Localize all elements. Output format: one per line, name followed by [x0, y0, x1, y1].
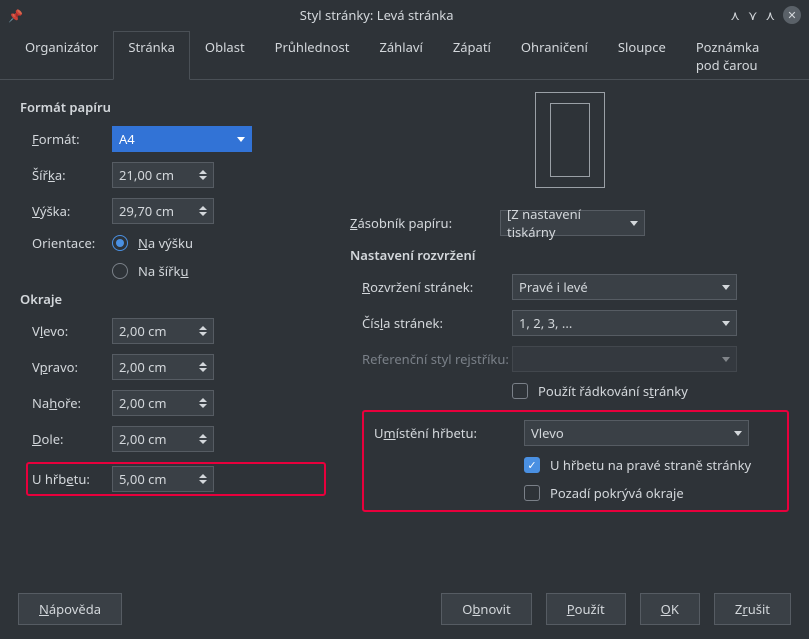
tabbar: Organizátor Stránka Oblast Průhlednost Z… [0, 30, 809, 80]
landscape-radio[interactable] [112, 263, 128, 279]
chevron-down-icon [722, 357, 730, 362]
gutter-label: U hřbetu: [32, 470, 112, 488]
apply-button[interactable]: Použít [546, 593, 626, 625]
width-label: Šířka: [32, 166, 112, 184]
tab-organizer[interactable]: Organizátor [10, 31, 113, 80]
format-select[interactable]: A4 [112, 126, 252, 152]
landscape-label: Na šířku [138, 262, 189, 280]
orientation-label: Orientace: [32, 234, 112, 252]
gutter-right-label: U hřbetu na pravé straně stránky [550, 456, 751, 474]
pagelayout-select[interactable]: Pravé i levé [512, 274, 737, 300]
tray-select[interactable]: [Z nastavení tiskárny [500, 210, 645, 236]
tray-label: Zásobník papíru: [350, 214, 500, 232]
tab-footer[interactable]: Zápatí [438, 31, 506, 80]
use-linespacing-check[interactable] [512, 383, 528, 399]
close-icon[interactable]: ✕ [783, 6, 801, 24]
tab-page[interactable]: Stránka [113, 31, 190, 80]
gutterpos-label: Umístění hřbetu: [374, 424, 524, 442]
gutterpos-select[interactable]: Vlevo [524, 420, 749, 446]
margin-top-spinner[interactable]: 2,00 cm [112, 390, 214, 416]
page-preview [510, 90, 630, 190]
rollup-icon[interactable]: ⋏ [730, 6, 740, 24]
tab-transparency[interactable]: Průhlednost [260, 31, 365, 80]
portrait-label: Na výšku [138, 234, 193, 252]
bg-covers-check[interactable] [524, 485, 540, 501]
height-label: Výška: [32, 202, 112, 220]
margins-section-title: Okraje [20, 290, 320, 308]
chevron-down-icon [722, 321, 730, 326]
chevron-down-icon [734, 431, 742, 436]
window-title: Styl stránky: Levá stránka [23, 6, 730, 24]
format-label: Formát: [32, 130, 112, 148]
cancel-button[interactable]: Zrušit [714, 593, 791, 625]
gutter-right-check[interactable] [524, 457, 540, 473]
layout-section-title: Nastavení rozvržení [350, 246, 789, 264]
tab-header[interactable]: Záhlaví [364, 31, 437, 80]
tab-footnote[interactable]: Poznámka pod čarou [681, 31, 799, 80]
margin-left-spinner[interactable]: 2,00 cm [112, 318, 214, 344]
use-linespacing-label: Použít řádkování stránky [538, 382, 688, 400]
maximize-icon[interactable]: ⋏ [765, 6, 775, 24]
pagenum-label: Čísla stránek: [362, 314, 512, 332]
chevron-down-icon [237, 137, 245, 142]
chevron-down-icon [722, 285, 730, 290]
pin-icon[interactable]: 📌 [8, 7, 23, 24]
bg-covers-label: Pozadí pokrývá okraje [550, 484, 684, 502]
pagelayout-label: Rozvržení stránek: [362, 278, 512, 296]
chevron-down-icon [630, 221, 638, 226]
margin-bottom-label: Dole: [32, 430, 112, 448]
paper-section-title: Formát papíru [20, 98, 320, 116]
pagenum-select[interactable]: 1, 2, 3, ... [512, 310, 737, 336]
height-spinner[interactable]: 29,70 cm [112, 198, 214, 224]
tab-borders[interactable]: Ohraničení [506, 31, 603, 80]
ok-button[interactable]: OK [640, 593, 700, 625]
margin-top-label: Nahoře: [32, 394, 112, 412]
refstyle-select [512, 346, 737, 372]
refstyle-label: Referenční styl rejstříku: [362, 350, 512, 368]
portrait-radio[interactable] [112, 235, 128, 251]
width-spinner[interactable]: 21,00 cm [112, 162, 214, 188]
minimize-icon[interactable]: ⋎ [748, 6, 758, 24]
help-button[interactable]: Nápověda [18, 593, 122, 625]
tab-area[interactable]: Oblast [190, 31, 260, 80]
gutter-spinner[interactable]: 5,00 cm [112, 466, 214, 492]
margin-bottom-spinner[interactable]: 2,00 cm [112, 426, 214, 452]
tab-columns[interactable]: Sloupce [603, 31, 681, 80]
margin-right-spinner[interactable]: 2,00 cm [112, 354, 214, 380]
margin-left-label: Vlevo: [32, 322, 112, 340]
reset-button[interactable]: Obnovit [441, 593, 531, 625]
margin-right-label: Vpravo: [32, 358, 112, 376]
